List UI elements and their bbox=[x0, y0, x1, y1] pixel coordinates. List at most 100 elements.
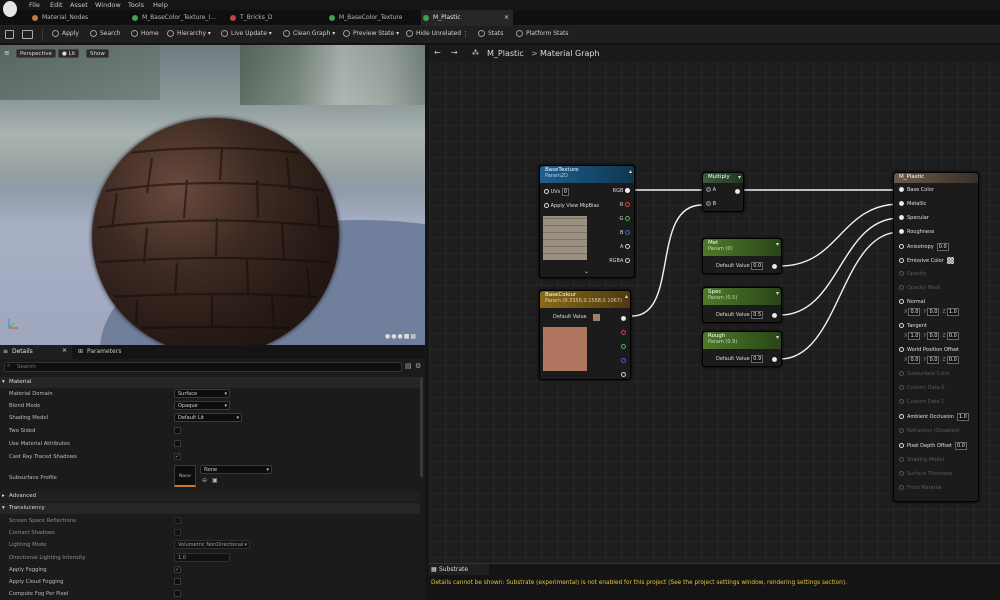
output-r-pin[interactable] bbox=[621, 328, 626, 336]
result-input-front-material[interactable]: Front Material bbox=[899, 485, 942, 491]
output-pin[interactable] bbox=[772, 262, 777, 270]
input-pin[interactable] bbox=[899, 244, 904, 249]
hide-unrelated-button[interactable]: Hide Unrelated bbox=[406, 30, 461, 37]
apply-cloud-fogging-checkbox[interactable] bbox=[174, 578, 181, 585]
node-multiply[interactable]: Multiply ▾ A B bbox=[702, 172, 744, 212]
collapse-icon[interactable]: ▾ bbox=[776, 241, 779, 248]
input-pin[interactable] bbox=[899, 399, 904, 404]
collapse-icon[interactable]: ▴ bbox=[629, 168, 632, 175]
met-value-input[interactable]: 0.0 bbox=[751, 262, 764, 270]
output-pin[interactable] bbox=[735, 187, 740, 195]
collapse-icon[interactable]: ▾ bbox=[776, 334, 779, 341]
section-material[interactable]: ▾ Material bbox=[0, 377, 420, 388]
input-pin[interactable] bbox=[899, 323, 904, 328]
result-input-custom-data-0[interactable]: Custom Data 0 bbox=[899, 385, 944, 391]
close-tab-icon[interactable]: × bbox=[504, 14, 509, 21]
output-pin[interactable] bbox=[772, 355, 777, 363]
input-pin[interactable] bbox=[899, 457, 904, 462]
use-material-attributes-checkbox[interactable] bbox=[174, 440, 181, 447]
menu-file[interactable]: File bbox=[29, 1, 40, 9]
result-input-roughness[interactable]: Roughness bbox=[899, 229, 934, 235]
compute-fog-per-pixel-checkbox[interactable] bbox=[174, 590, 181, 597]
input-pin[interactable] bbox=[899, 485, 904, 490]
vector-value-input[interactable]: 0.0 bbox=[927, 308, 940, 316]
browse-icon[interactable] bbox=[22, 30, 33, 39]
blend-mode-dropdown[interactable]: Opaque ▾ bbox=[174, 401, 230, 410]
input-pin[interactable] bbox=[899, 229, 904, 234]
node-basetexture[interactable]: BaseTexture Param2D ▴ UVs 0 Apply View M… bbox=[539, 165, 635, 278]
uvs-pin[interactable] bbox=[544, 189, 549, 194]
menu-tools[interactable]: Tools bbox=[128, 1, 144, 9]
output-rgb-pin[interactable] bbox=[621, 314, 626, 322]
node-met[interactable]: Met Param (0) ▾ Default Value 0.0 bbox=[702, 238, 782, 274]
two-sided-checkbox[interactable] bbox=[174, 427, 181, 434]
menu-asset[interactable]: Asset bbox=[70, 1, 88, 9]
result-input-opacity[interactable]: Opacity bbox=[899, 271, 926, 277]
result-input-subsurface-color[interactable]: Subsurface Color bbox=[899, 371, 950, 377]
input-pin[interactable] bbox=[899, 385, 904, 390]
shading-model-dropdown[interactable]: Default Lit ▾ bbox=[174, 413, 242, 422]
hierarchy-button[interactable]: Hierarchy ▾ bbox=[167, 30, 211, 37]
tab-details[interactable]: ≡ Details × bbox=[0, 345, 72, 359]
back-arrow-icon[interactable]: ← bbox=[434, 48, 441, 57]
result-input-refraction-disabled[interactable]: Refraction (Disabled) bbox=[899, 428, 960, 434]
tab-m-basecolor-texture-inst[interactable]: M_BaseColor_Texture_I... bbox=[130, 10, 225, 26]
screen-space-reflections-checkbox[interactable] bbox=[174, 517, 181, 524]
input-pin[interactable] bbox=[899, 347, 904, 352]
directional-lighting-intensity-input[interactable]: 1.0 bbox=[174, 553, 230, 562]
input-pin[interactable] bbox=[899, 299, 904, 304]
clean-graph-button[interactable]: Clean Graph ▾ bbox=[283, 30, 335, 37]
collapse-icon[interactable]: ▴ bbox=[625, 293, 628, 300]
node-basecolour[interactable]: BaseColour Param (0.3356,0.1568,0.1067) … bbox=[539, 290, 631, 380]
preview-state-button[interactable]: Preview State ▾ bbox=[343, 30, 399, 37]
close-tab-icon[interactable]: × bbox=[62, 347, 67, 354]
preview-mesh-icons[interactable]: ●●●■▦ bbox=[385, 333, 417, 340]
input-pin[interactable] bbox=[899, 215, 904, 220]
result-input-opacity-mask[interactable]: Opacity Mask bbox=[899, 285, 941, 291]
input-value-box[interactable]: 0.0 bbox=[955, 442, 967, 450]
vector-value-input[interactable]: 1.0 bbox=[908, 332, 921, 340]
collapse-icon[interactable]: ▾ bbox=[776, 290, 779, 297]
more-options-icon[interactable]: ⋮ bbox=[462, 30, 469, 38]
save-icon[interactable] bbox=[5, 30, 14, 39]
input-pin[interactable] bbox=[899, 471, 904, 476]
vector-value-input[interactable]: 0.0 bbox=[946, 332, 959, 340]
details-scrollbar[interactable] bbox=[420, 377, 423, 477]
breadcrumb-asset[interactable]: M_Plastic bbox=[487, 49, 524, 58]
tab-m-basecolor-texture[interactable]: M_BaseColor_Texture bbox=[327, 10, 417, 26]
stats-button[interactable]: Stats bbox=[478, 30, 503, 37]
result-input-pixel-depth-offset[interactable]: Pixel Depth Offset 0.0 bbox=[899, 442, 967, 450]
result-input-tangent[interactable]: Tangent bbox=[899, 323, 927, 329]
input-pin[interactable] bbox=[899, 428, 904, 433]
contact-shadows-checkbox[interactable] bbox=[174, 529, 181, 536]
search-button[interactable]: Search bbox=[90, 30, 121, 37]
home-button[interactable]: Home bbox=[131, 30, 159, 37]
tab-m-plastic[interactable]: M_Plastic × bbox=[421, 10, 513, 26]
lit-button[interactable]: ● Lit bbox=[58, 49, 80, 58]
forward-arrow-icon[interactable]: → bbox=[451, 48, 458, 57]
view-options-icon[interactable]: ▤ bbox=[405, 362, 412, 370]
result-input-anisotropy[interactable]: Anisotropy 0.0 bbox=[899, 243, 949, 251]
input-pin[interactable] bbox=[899, 201, 904, 206]
spec-value-input[interactable]: 0.5 bbox=[751, 311, 764, 319]
vector-value-input[interactable]: 0.0 bbox=[908, 308, 921, 316]
rough-value-input[interactable]: 0.9 bbox=[751, 355, 764, 363]
viewport-menu-icon[interactable]: ≡ bbox=[4, 49, 12, 57]
show-button[interactable]: Show bbox=[86, 49, 109, 58]
result-input-ambient-occlusion[interactable]: Ambient Occlusion 1.0 bbox=[899, 413, 969, 421]
node-spec[interactable]: Spec Param (0.5) ▾ Default Value 0.5 bbox=[702, 287, 782, 323]
section-translucency[interactable]: ▾ Translucency bbox=[0, 503, 420, 514]
input-pin[interactable] bbox=[899, 271, 904, 276]
emissive-swatch[interactable] bbox=[946, 257, 954, 264]
color-swatch[interactable] bbox=[593, 314, 600, 321]
input-pin[interactable] bbox=[899, 285, 904, 290]
expand-icon[interactable]: ⌄ bbox=[584, 268, 589, 275]
vector-value-input[interactable]: 0.0 bbox=[927, 332, 940, 340]
input-b-pin[interactable] bbox=[706, 201, 711, 206]
preview-viewport[interactable]: ≡ Perspective ● Lit Show ●●●■▦ bbox=[0, 45, 425, 345]
unreal-logo-icon[interactable] bbox=[3, 1, 17, 17]
result-input-emissive-color[interactable]: Emissive Color bbox=[899, 257, 954, 264]
browse-asset-icon[interactable]: ▣ bbox=[212, 477, 218, 484]
input-pin[interactable] bbox=[899, 371, 904, 376]
tab-substrate[interactable]: ▦ Substrate bbox=[429, 564, 489, 575]
